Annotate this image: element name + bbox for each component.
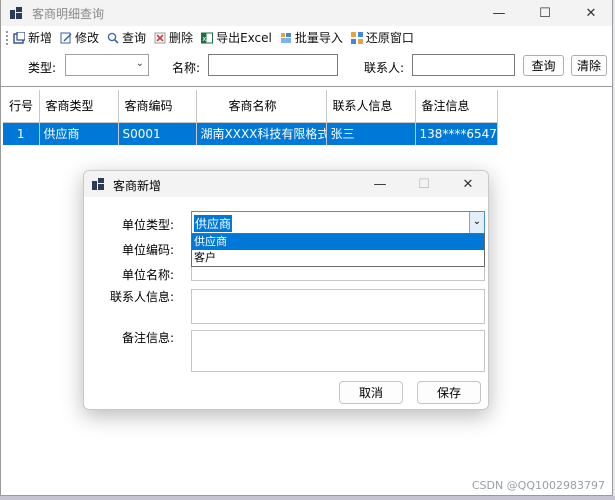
- type-filter-select[interactable]: ⌄: [65, 54, 149, 76]
- dialog-title-bar: 客商新增 — ☐ ✕: [84, 171, 488, 197]
- grid-cell-remark[interactable]: 138****6547: [415, 122, 498, 145]
- unit-type-select[interactable]: 供应商 ⌄: [191, 211, 485, 234]
- grid-cell-name[interactable]: 湖南XXXX科技有限格式: [196, 122, 327, 145]
- maximize-button[interactable]: ☐: [522, 0, 568, 26]
- close-button[interactable]: ✕: [568, 0, 614, 26]
- svg-text:x: x: [202, 35, 206, 43]
- grid-header-cell[interactable]: 行号: [3, 90, 40, 123]
- table-row[interactable]: 1 供应商 S0001 湖南XXXX科技有限格式 张三 138****6547: [3, 122, 498, 145]
- toolbar: 新增 修改 查询 删除 x 导出Excel 批量导入 还原窗口: [1, 27, 612, 48]
- contact-info-input[interactable]: [191, 289, 485, 324]
- grid-header-cell[interactable]: 备注信息: [415, 90, 498, 123]
- dialog-app-icon: [92, 178, 104, 190]
- app-icon: [10, 7, 22, 19]
- grid-header-cell[interactable]: 客商名称: [196, 90, 327, 123]
- clear-button[interactable]: 清除: [571, 55, 607, 76]
- remark-input[interactable]: [191, 330, 485, 372]
- contact-filter-input[interactable]: [412, 54, 515, 76]
- data-grid: 行号 客商类型 客商编码 客商名称 联系人信息 备注信息 1 供应商 S0001…: [3, 90, 498, 145]
- export-excel-label: 导出Excel: [216, 31, 272, 45]
- watermark: CSDN @QQ1002983797: [471, 479, 605, 492]
- delete-icon: [154, 32, 166, 44]
- search-icon: [107, 32, 119, 44]
- desktop-strip: [0, 496, 615, 500]
- delete-label: 删除: [169, 31, 194, 45]
- edit-button[interactable]: 修改: [56, 28, 103, 48]
- add-button[interactable]: 新增: [9, 28, 56, 48]
- grid-cell-row-number[interactable]: 1: [3, 122, 40, 145]
- grid-cell-code[interactable]: S0001: [118, 122, 197, 145]
- type-filter-label: 类型:: [28, 61, 57, 75]
- edit-label: 修改: [75, 31, 100, 45]
- add-label: 新增: [28, 31, 53, 45]
- export-excel-button[interactable]: x 导出Excel: [197, 28, 276, 48]
- minimize-button[interactable]: —: [476, 0, 522, 26]
- restore-window-button[interactable]: 还原窗口: [347, 28, 418, 48]
- batch-import-label: 批量导入: [294, 31, 343, 45]
- grid-cell-type[interactable]: 供应商: [39, 122, 119, 145]
- add-merchant-dialog: 客商新增 — ☐ ✕ 单位类型: 供应商 ⌄ 供应商 客户 单位编码: 单位名称…: [83, 170, 489, 410]
- unit-type-value: 供应商: [194, 215, 233, 232]
- query-toolbar-label: 查询: [122, 31, 147, 45]
- delete-button[interactable]: 删除: [150, 28, 197, 48]
- unit-type-dropdown-list: 供应商 客户: [191, 233, 485, 267]
- unit-type-label: 单位类型:: [121, 218, 174, 232]
- title-bar: 客商明细查询 — ☐ ✕: [1, 0, 612, 26]
- unit-code-label: 单位编码:: [121, 243, 174, 257]
- dropdown-option[interactable]: 客户: [192, 250, 484, 266]
- query-button[interactable]: 查询: [523, 55, 564, 76]
- edit-icon: [60, 32, 72, 44]
- import-icon: [280, 32, 292, 44]
- contact-info-label: 联系人信息:: [109, 290, 174, 304]
- restore-window-label: 还原窗口: [365, 31, 414, 45]
- grid-header-cell[interactable]: 客商编码: [118, 90, 197, 123]
- remark-label: 备注信息:: [121, 331, 174, 345]
- grid-header-cell[interactable]: 客商类型: [39, 90, 119, 123]
- grid-header-cell[interactable]: 联系人信息: [326, 90, 416, 123]
- batch-import-button[interactable]: 批量导入: [276, 28, 347, 48]
- dialog-maximize-button: ☐: [418, 176, 430, 192]
- excel-icon: x: [201, 32, 214, 44]
- chevron-down-icon[interactable]: ⌄: [469, 212, 484, 233]
- unit-name-label: 单位名称:: [121, 268, 174, 282]
- contact-filter-label: 联系人:: [364, 61, 405, 75]
- filter-row: 类型: ⌄ 名称: 联系人: 查询 清除: [1, 51, 612, 79]
- dialog-minimize-button[interactable]: —: [360, 171, 400, 197]
- dialog-close-button[interactable]: ✕: [448, 171, 488, 197]
- grid-header-row: 行号 客商类型 客商编码 客商名称 联系人信息 备注信息: [3, 90, 498, 123]
- add-icon: [13, 30, 26, 44]
- name-filter-label: 名称:: [172, 61, 201, 75]
- dialog-title: 客商新增: [113, 179, 162, 193]
- dropdown-option[interactable]: 供应商: [192, 234, 484, 250]
- save-button[interactable]: 保存: [417, 381, 481, 404]
- cancel-button[interactable]: 取消: [339, 381, 403, 404]
- window-title: 客商明细查询: [32, 7, 105, 21]
- name-filter-input[interactable]: [208, 54, 338, 76]
- restore-window-icon: [350, 31, 363, 44]
- chevron-down-icon: ⌄: [135, 58, 144, 69]
- query-toolbar-button[interactable]: 查询: [103, 28, 150, 48]
- grid-cell-contact[interactable]: 张三: [326, 122, 416, 145]
